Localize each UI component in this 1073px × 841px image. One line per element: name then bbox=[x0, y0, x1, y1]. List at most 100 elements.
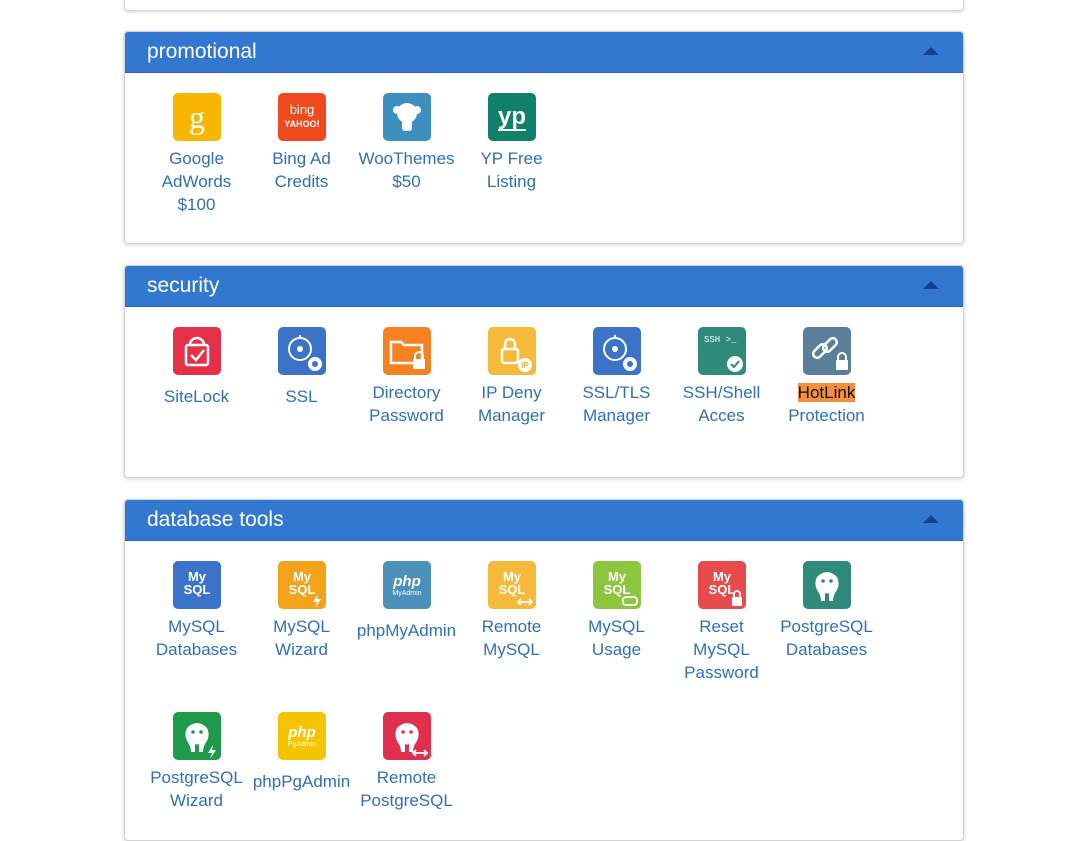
svg-text:SQL: SQL bbox=[708, 582, 735, 597]
item-label-line: Protection bbox=[788, 406, 865, 425]
item-label[interactable]: Remote PostgreSQL bbox=[354, 766, 459, 812]
item-label-line: Wizard bbox=[170, 791, 223, 810]
section-promotional: promotional g Google AdWords $100 bing YAHOO… bbox=[124, 31, 964, 244]
postgresql-wizard-item[interactable]: PostgreSQL Wizard bbox=[144, 712, 249, 812]
item-label-line: Password bbox=[369, 406, 444, 425]
item-label[interactable]: SSL/TLS Manager bbox=[564, 381, 669, 427]
svg-text:SQL: SQL bbox=[498, 582, 525, 597]
mysql-usage-item[interactable]: My SQL MySQL Usage bbox=[564, 561, 669, 661]
item-label-line: PostgreSQL bbox=[150, 768, 243, 787]
phpmyadmin-icon[interactable]: php MyAdmin bbox=[382, 561, 431, 609]
mysql-usage-icon[interactable]: My SQL bbox=[592, 561, 641, 609]
phppgadmin-item[interactable]: php PgAdmin phpPgAdmin bbox=[249, 712, 354, 793]
mysql-wizard-item[interactable]: My SQL MySQL Wizard bbox=[249, 561, 354, 661]
item-label-line: phpPgAdmin bbox=[252, 772, 351, 791]
svg-text:bing: bing bbox=[289, 102, 314, 117]
item-label[interactable]: Directory Password bbox=[354, 381, 459, 427]
sitelock-item[interactable]: SiteLock bbox=[144, 327, 249, 408]
postgresql-databases-item[interactable]: PostgreSQL Databases bbox=[774, 561, 879, 661]
ssh-shell-item[interactable]: SSH >_ SSH/Shell Acces bbox=[669, 327, 774, 427]
item-label[interactable]: IP Deny Manager bbox=[459, 381, 564, 427]
yp-item[interactable]: yp YP Free Listing bbox=[459, 93, 564, 193]
ssl-icon[interactable] bbox=[277, 327, 326, 375]
item-label[interactable]: YP Free Listing bbox=[459, 147, 564, 193]
ip-deny-manager-icon[interactable]: IP bbox=[487, 327, 536, 375]
section-header[interactable]: database tools bbox=[125, 500, 963, 541]
section-header[interactable]: security bbox=[125, 266, 963, 307]
google-adwords-icon[interactable]: g bbox=[172, 93, 221, 141]
hotlink-protection-item[interactable]: HotLink Protection bbox=[774, 327, 879, 427]
item-label[interactable]: MySQL Usage bbox=[564, 615, 669, 661]
svg-text:SSH >_: SSH >_ bbox=[704, 335, 737, 345]
svg-text:php: php bbox=[392, 573, 421, 590]
svg-text:MyAdmin: MyAdmin bbox=[392, 590, 421, 597]
item-label-line: Remote bbox=[481, 617, 542, 636]
item-label[interactable]: Bing Ad Credits bbox=[249, 147, 354, 193]
mysql-databases-item[interactable]: My SQL MySQL Databases bbox=[144, 561, 249, 661]
hotlink-protection-icon[interactable] bbox=[802, 327, 851, 375]
item-label[interactable]: phpPgAdmin bbox=[249, 770, 354, 793]
bing-yahoo-icon[interactable]: bing YAHOO! bbox=[277, 93, 326, 141]
bing-yahoo-item[interactable]: bing YAHOO! Bing Ad Credits bbox=[249, 93, 354, 193]
item-label-line: Google bbox=[169, 149, 224, 168]
item-label[interactable]: Reset MySQL Password bbox=[669, 615, 774, 684]
item-label-line: MySQL bbox=[273, 617, 330, 636]
item-label[interactable]: SSL bbox=[249, 385, 354, 408]
directory-password-item[interactable]: Directory Password bbox=[354, 327, 459, 427]
directory-password-icon[interactable] bbox=[382, 327, 431, 375]
svg-text:php: php bbox=[287, 724, 316, 741]
postgresql-wizard-icon[interactable] bbox=[172, 712, 221, 760]
phpmyadmin-item[interactable]: php MyAdmin phpMyAdmin bbox=[354, 561, 459, 642]
ip-deny-manager-item[interactable]: IP IP Deny Manager bbox=[459, 327, 564, 427]
item-label[interactable]: PostgreSQL Databases bbox=[774, 615, 879, 661]
remote-postgresql-item[interactable]: Remote PostgreSQL bbox=[354, 712, 459, 812]
remote-mysql-item[interactable]: My SQL Remote MySQL bbox=[459, 561, 564, 661]
previous-panel-bottom bbox=[124, 0, 964, 11]
item-label[interactable]: WooThemes $50 bbox=[354, 147, 459, 193]
woothemes-item[interactable]: WooThemes $50 bbox=[354, 93, 459, 193]
caret-up-icon[interactable] bbox=[919, 278, 943, 294]
caret-up-icon[interactable] bbox=[919, 512, 943, 528]
svg-text:YAHOO!: YAHOO! bbox=[284, 119, 319, 129]
item-label-line: Remote bbox=[376, 768, 437, 787]
item-label-line: WooThemes bbox=[358, 149, 455, 168]
svg-text:g: g bbox=[189, 99, 205, 135]
section-header[interactable]: promotional bbox=[125, 32, 963, 73]
reset-mysql-password-icon[interactable]: My SQL bbox=[697, 561, 746, 609]
phppgadmin-icon[interactable]: php PgAdmin bbox=[277, 712, 326, 760]
item-label-line: Reset bbox=[699, 617, 744, 636]
item-label-line: Databases bbox=[785, 640, 868, 659]
section-title: database tools bbox=[147, 508, 284, 531]
item-label-line: $50 bbox=[392, 172, 421, 191]
item-label[interactable]: Remote MySQL bbox=[459, 615, 564, 661]
item-label[interactable]: PostgreSQL Wizard bbox=[144, 766, 249, 812]
item-label-line: PostgreSQL bbox=[780, 617, 873, 636]
item-label[interactable]: MySQL Databases bbox=[144, 615, 249, 661]
svg-text:IP: IP bbox=[521, 361, 529, 370]
woothemes-icon[interactable] bbox=[382, 93, 431, 141]
item-label[interactable]: SSH/Shell Acces bbox=[669, 381, 774, 427]
ssl-tls-manager-icon[interactable] bbox=[592, 327, 641, 375]
ssl-tls-manager-item[interactable]: SSL/TLS Manager bbox=[564, 327, 669, 427]
mysql-wizard-icon[interactable]: My SQL bbox=[277, 561, 326, 609]
caret-up-icon[interactable] bbox=[919, 44, 943, 60]
item-label[interactable]: HotLink Protection bbox=[774, 381, 879, 427]
mysql-databases-icon[interactable]: My SQL bbox=[172, 561, 221, 609]
item-label[interactable]: SiteLock bbox=[144, 385, 249, 408]
item-label[interactable]: MySQL Wizard bbox=[249, 615, 354, 661]
ssh-shell-icon[interactable]: SSH >_ bbox=[697, 327, 746, 375]
sitelock-icon[interactable] bbox=[172, 327, 221, 375]
reset-mysql-password-item[interactable]: My SQL Reset MySQL Password bbox=[669, 561, 774, 684]
item-label-line: Directory bbox=[372, 383, 441, 402]
item-label[interactable]: Google AdWords $100 bbox=[144, 147, 249, 216]
item-label-line: $100 bbox=[177, 195, 216, 214]
item-label[interactable]: phpMyAdmin bbox=[354, 619, 459, 642]
google-adwords-item[interactable]: g Google AdWords $100 bbox=[144, 93, 249, 216]
remote-mysql-icon[interactable]: My SQL bbox=[487, 561, 536, 609]
remote-postgresql-icon[interactable] bbox=[382, 712, 431, 760]
ssl-item[interactable]: SSL bbox=[249, 327, 354, 408]
item-label-line: IP Deny bbox=[481, 383, 542, 402]
item-label-line: HotLink bbox=[797, 383, 856, 402]
postgresql-databases-icon[interactable] bbox=[802, 561, 851, 609]
yp-icon[interactable]: yp bbox=[487, 93, 536, 141]
